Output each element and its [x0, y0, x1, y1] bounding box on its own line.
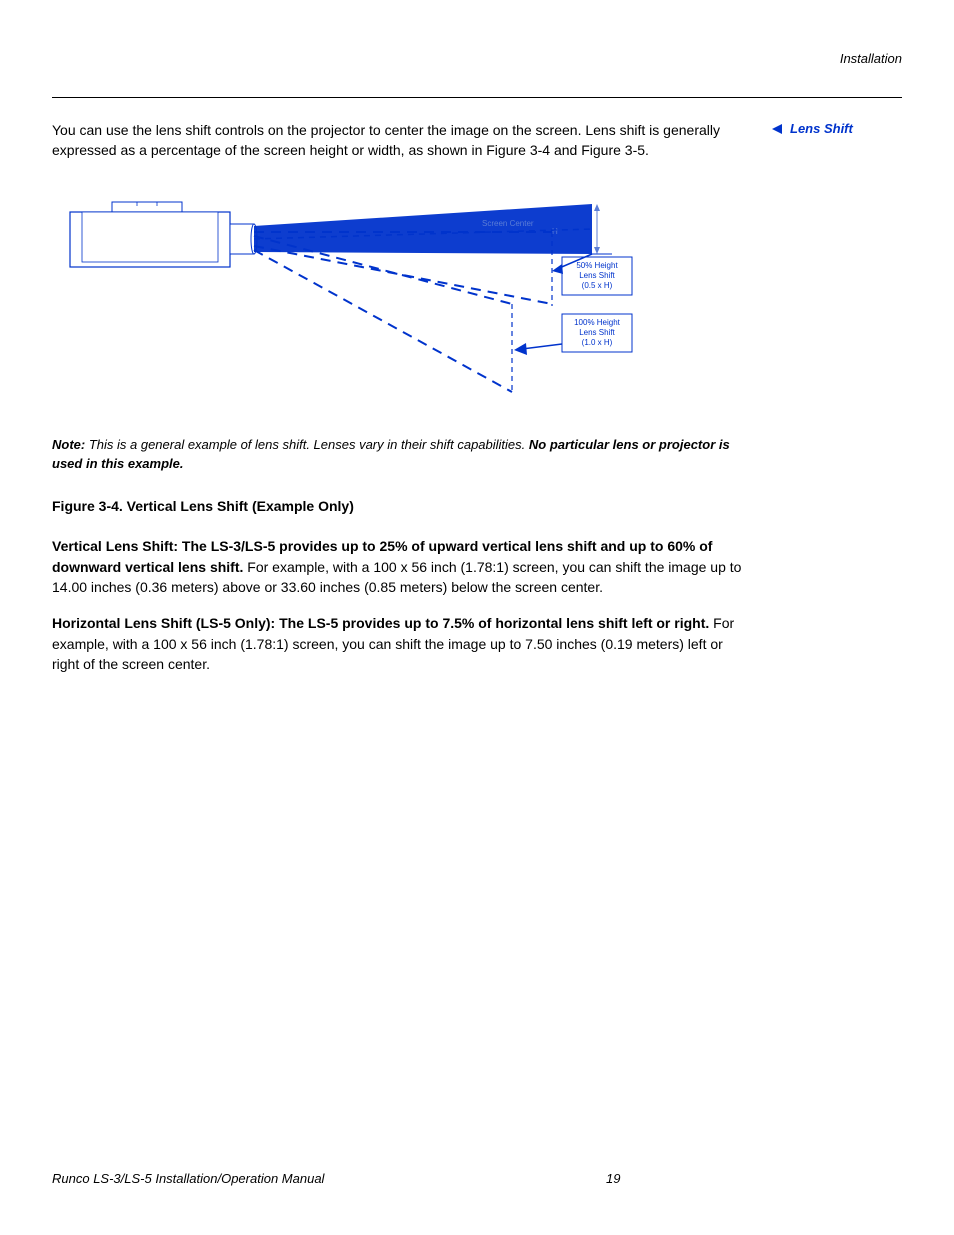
note-paragraph: Note: This is a general example of lens … — [52, 436, 752, 474]
note-label: Note: — [52, 437, 85, 452]
box100-l1: 100% Height — [574, 318, 621, 327]
footer-title: Runco LS-3/LS-5 Installation/Operation M… — [52, 1170, 324, 1189]
box50-l2: Lens Shift — [579, 271, 615, 280]
note-text: This is a general example of lens shift.… — [85, 437, 529, 452]
page-number: 19 — [324, 1170, 902, 1189]
screen-center-label: Screen Center — [482, 219, 534, 228]
chevron-left-icon — [772, 123, 784, 135]
box50-l1: 50% Height — [576, 261, 618, 270]
intro-paragraph: You can use the lens shift controls on t… — [52, 120, 752, 161]
box100-l3: (1.0 x H) — [582, 338, 613, 347]
box100-l2: Lens Shift — [579, 328, 615, 337]
box50-l3: (0.5 x H) — [582, 281, 613, 290]
divider — [52, 97, 902, 98]
horizontal-strong: Horizontal Lens Shift (LS-5 Only): The L… — [52, 615, 709, 631]
vertical-shift-paragraph: Vertical Lens Shift: The LS-3/LS-5 provi… — [52, 536, 752, 597]
header-section-label: Installation — [52, 50, 902, 97]
page-footer: Runco LS-3/LS-5 Installation/Operation M… — [52, 1170, 902, 1189]
figure-caption: Figure 3-4. Vertical Lens Shift (Example… — [52, 496, 752, 516]
lens-shift-diagram: Screen Center H — [52, 184, 752, 416]
sidebar-label-text: Lens Shift — [790, 120, 853, 139]
horizontal-shift-paragraph: Horizontal Lens Shift (LS-5 Only): The L… — [52, 613, 752, 674]
sidebar-lens-shift: Lens Shift — [772, 120, 902, 139]
h-label: H — [552, 227, 558, 236]
